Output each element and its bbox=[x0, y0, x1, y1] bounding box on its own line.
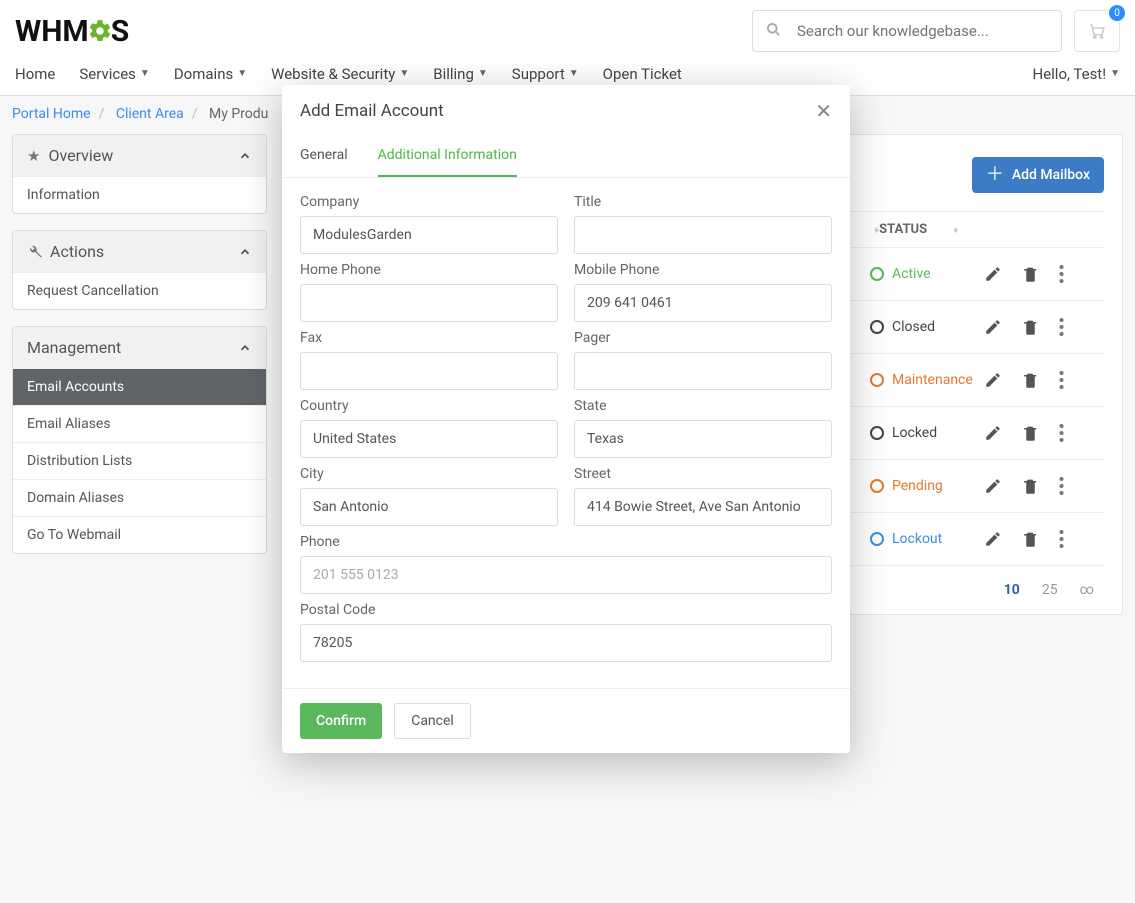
input-title[interactable] bbox=[574, 216, 832, 254]
label-company: Company bbox=[300, 194, 558, 210]
label-home-phone: Home Phone bbox=[300, 262, 558, 278]
label-pager: Pager bbox=[574, 330, 832, 346]
input-mobile-phone[interactable] bbox=[574, 284, 832, 322]
modal-overlay: Add Email Account ✕ General Additional I… bbox=[0, 0, 1135, 903]
input-city[interactable] bbox=[300, 488, 558, 526]
input-street[interactable] bbox=[574, 488, 832, 526]
label-fax: Fax bbox=[300, 330, 558, 346]
tab-general[interactable]: General bbox=[300, 137, 348, 177]
input-fax[interactable] bbox=[300, 352, 558, 390]
input-postal[interactable] bbox=[300, 624, 832, 662]
cancel-button[interactable]: Cancel bbox=[394, 703, 471, 739]
label-city: City bbox=[300, 466, 558, 482]
input-pager[interactable] bbox=[574, 352, 832, 390]
add-email-modal: Add Email Account ✕ General Additional I… bbox=[282, 85, 850, 753]
label-state: State bbox=[574, 398, 832, 414]
modal-title: Add Email Account bbox=[300, 101, 444, 121]
label-mobile-phone: Mobile Phone bbox=[574, 262, 832, 278]
input-country[interactable] bbox=[300, 420, 558, 458]
label-street: Street bbox=[574, 466, 832, 482]
input-phone[interactable] bbox=[300, 556, 832, 594]
input-state[interactable] bbox=[574, 420, 832, 458]
label-phone: Phone bbox=[300, 534, 832, 550]
input-home-phone[interactable] bbox=[300, 284, 558, 322]
label-country: Country bbox=[300, 398, 558, 414]
tab-additional-info[interactable]: Additional Information bbox=[378, 137, 517, 177]
input-company[interactable] bbox=[300, 216, 558, 254]
close-icon[interactable]: ✕ bbox=[815, 99, 832, 123]
label-title: Title bbox=[574, 194, 832, 210]
label-postal: Postal Code bbox=[300, 602, 832, 618]
confirm-button[interactable]: Confirm bbox=[300, 703, 382, 739]
